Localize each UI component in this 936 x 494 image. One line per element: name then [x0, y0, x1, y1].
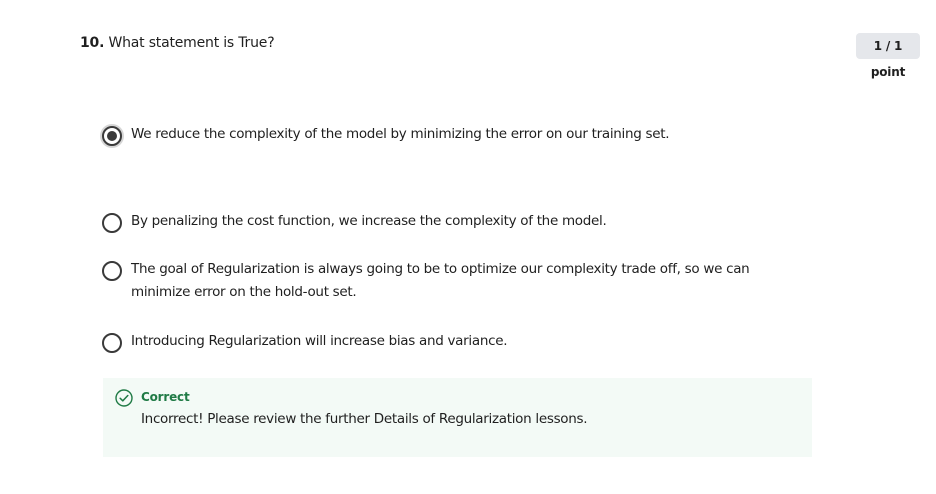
answer-option-label: By penalizing the cost function, we incr… [131, 213, 607, 229]
radio-button-selected[interactable] [102, 126, 122, 146]
question-number: 10. [80, 35, 105, 51]
feedback-status: Correct [141, 390, 190, 404]
answer-option-4[interactable]: Introducing Regularization will increase… [102, 332, 802, 353]
answer-option-label: The goal of Regularization is always goi… [131, 261, 750, 300]
radio-button[interactable] [102, 213, 122, 233]
feedback-message: Incorrect! Please review the further Det… [141, 411, 588, 427]
answer-option-label: We reduce the complexity of the model by… [131, 126, 670, 142]
question-header: 10. What statement is True? [80, 34, 275, 52]
radio-button[interactable] [102, 261, 122, 281]
check-circle-icon [115, 389, 133, 407]
answer-option-2[interactable]: By penalizing the cost function, we incr… [102, 212, 802, 233]
answer-option-3[interactable]: The goal of Regularization is always goi… [102, 260, 792, 304]
points-badge: 1 / 1 point [856, 33, 920, 79]
feedback-panel: Correct Incorrect! Please review the fur… [103, 378, 812, 457]
answer-option-1[interactable]: We reduce the complexity of the model by… [102, 125, 802, 146]
radio-button[interactable] [102, 333, 122, 353]
answer-option-label: Introducing Regularization will increase… [131, 333, 508, 349]
question-text: What statement is True? [108, 35, 275, 51]
